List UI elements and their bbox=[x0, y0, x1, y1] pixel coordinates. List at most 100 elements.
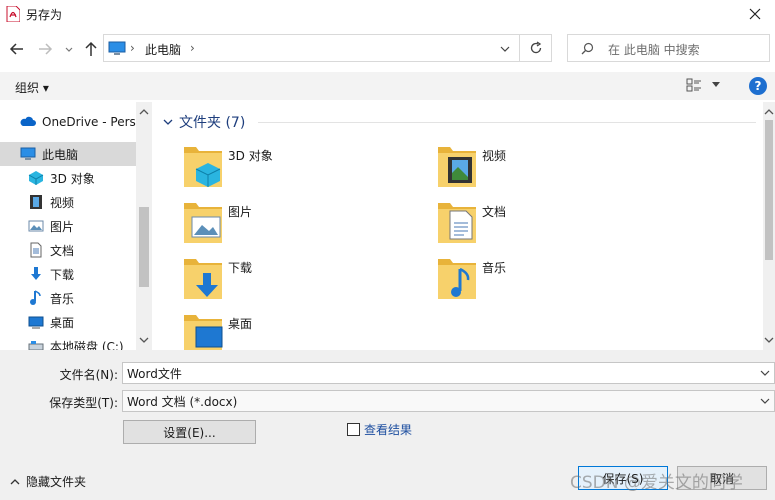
folder-icon bbox=[438, 259, 476, 299]
file-list-scroll-thumb[interactable] bbox=[765, 120, 773, 260]
checkbox-box[interactable] bbox=[347, 423, 360, 436]
scroll-up-icon[interactable] bbox=[139, 108, 149, 116]
nav-scroll-thumb[interactable] bbox=[139, 207, 149, 287]
cloud-icon bbox=[20, 116, 36, 126]
forward-arrow-icon[interactable] bbox=[34, 38, 56, 60]
view-results-label: 查看结果 bbox=[364, 423, 413, 437]
folder-tile-3d-objects[interactable]: 3D 对象 bbox=[182, 143, 422, 193]
scroll-down-icon[interactable] bbox=[764, 336, 774, 344]
nav-item-downloads[interactable]: 下载 bbox=[0, 262, 152, 286]
hide-folders-label: 隐藏文件夹 bbox=[26, 475, 87, 489]
back-arrow-icon[interactable] bbox=[6, 38, 28, 60]
nav-item-onedrive[interactable]: OneDrive - Perso bbox=[0, 110, 152, 134]
title-bar bbox=[0, 0, 775, 28]
group-divider bbox=[258, 122, 756, 123]
document-icon bbox=[449, 210, 473, 240]
filetype-label: 保存类型(T): bbox=[49, 396, 118, 410]
nav-item-label: 下载 bbox=[50, 267, 75, 282]
nav-item-label: 图片 bbox=[50, 219, 75, 234]
chevron-down-icon[interactable] bbox=[62, 38, 76, 60]
filetype-value: Word 文档 (*.docx) bbox=[127, 394, 238, 409]
window-title: 另存为 bbox=[26, 8, 63, 22]
nav-item-label: OneDrive - Perso bbox=[42, 115, 144, 129]
nav-item-desktop[interactable]: 桌面 bbox=[0, 310, 152, 334]
close-button[interactable] bbox=[735, 0, 775, 28]
nav-item-videos[interactable]: 视频 bbox=[0, 190, 152, 214]
folder-icon bbox=[438, 203, 476, 243]
folder-tile-videos[interactable]: 视频 bbox=[436, 143, 676, 193]
nav-item-local-disk[interactable]: 本地磁盘 (C:) bbox=[0, 334, 152, 350]
hide-folders-toggle[interactable]: 隐藏文件夹 bbox=[10, 473, 86, 490]
chevron-down-icon[interactable] bbox=[760, 366, 770, 380]
refresh-button[interactable] bbox=[520, 34, 552, 62]
nav-item-label: 视频 bbox=[50, 195, 75, 210]
chevron-down-icon bbox=[163, 119, 173, 125]
document-icon bbox=[30, 242, 42, 258]
folder-name: 图片 bbox=[228, 205, 253, 219]
address-bar[interactable]: › 此电脑 › bbox=[103, 34, 520, 62]
breadcrumb-item[interactable]: 此电脑 bbox=[145, 41, 181, 58]
computer-icon bbox=[108, 41, 126, 55]
nav-item-3d-objects[interactable]: 3D 对象 bbox=[0, 166, 152, 190]
close-icon bbox=[749, 8, 761, 20]
settings-button[interactable]: 设置(E)... bbox=[123, 420, 256, 444]
desktop-icon bbox=[195, 326, 223, 348]
filename-label: 文件名(N): bbox=[59, 368, 118, 382]
folder-tile-documents[interactable]: 文档 bbox=[436, 199, 676, 249]
folder-icon bbox=[184, 259, 222, 299]
group-header-label: 文件夹 (7) bbox=[179, 115, 246, 131]
nav-item-this-pc[interactable]: 此电脑 bbox=[0, 142, 152, 166]
search-box[interactable]: 在 此电脑 中搜索 bbox=[567, 34, 770, 62]
scroll-down-icon[interactable] bbox=[139, 336, 149, 344]
drive-icon bbox=[28, 341, 44, 350]
nav-item-pictures[interactable]: 图片 bbox=[0, 214, 152, 238]
change-view-button[interactable] bbox=[686, 76, 726, 96]
film-icon bbox=[30, 195, 42, 209]
folder-icon bbox=[184, 147, 222, 187]
cube-icon bbox=[28, 171, 44, 185]
search-input[interactable]: 在 此电脑 中搜索 bbox=[608, 41, 700, 58]
filename-input[interactable]: Word文件 bbox=[122, 362, 775, 384]
breadcrumb-separator: › bbox=[130, 41, 135, 55]
nav-item-label: 此电脑 bbox=[42, 147, 79, 162]
computer-icon bbox=[20, 147, 36, 160]
nav-item-documents[interactable]: 文档 bbox=[0, 238, 152, 262]
music-note-icon bbox=[30, 290, 41, 305]
folder-tile-pictures[interactable]: 图片 bbox=[182, 199, 422, 249]
navigation-pane: OneDrive - Perso 此电脑 3D 对象 视频 图片 文档 下载 音… bbox=[0, 102, 152, 350]
picture-icon bbox=[28, 220, 44, 232]
film-icon bbox=[448, 157, 472, 183]
nav-item-label: 文档 bbox=[50, 243, 75, 258]
up-arrow-icon[interactable] bbox=[80, 38, 102, 60]
filetype-select[interactable]: Word 文档 (*.docx) bbox=[122, 390, 775, 412]
chevron-down-icon bbox=[760, 398, 770, 404]
nav-item-label: 桌面 bbox=[50, 315, 75, 330]
folder-tile-music[interactable]: 音乐 bbox=[436, 255, 676, 305]
chevron-down-icon[interactable] bbox=[500, 44, 510, 54]
view-results-checkbox[interactable]: 查看结果 bbox=[347, 421, 412, 438]
folder-tile-downloads[interactable]: 下载 bbox=[182, 255, 422, 305]
folder-icon bbox=[438, 147, 476, 187]
filename-value: Word文件 bbox=[127, 366, 182, 381]
nav-item-label: 3D 对象 bbox=[50, 171, 95, 186]
folder-icon bbox=[184, 203, 222, 243]
picture-icon bbox=[191, 216, 221, 238]
folder-name: 视频 bbox=[482, 149, 507, 163]
download-arrow-icon bbox=[31, 267, 41, 280]
nav-item-label: 本地磁盘 (C:) bbox=[50, 339, 124, 351]
folder-name: 桌面 bbox=[228, 317, 253, 331]
folder-name: 下载 bbox=[228, 261, 253, 275]
folder-name: 3D 对象 bbox=[228, 149, 273, 163]
nav-item-label: 音乐 bbox=[50, 291, 75, 306]
nav-item-music[interactable]: 音乐 bbox=[0, 286, 152, 310]
group-header[interactable]: 文件夹 (7) bbox=[162, 112, 245, 132]
folder-name: 文档 bbox=[482, 205, 507, 219]
refresh-icon bbox=[530, 41, 541, 54]
desktop-icon bbox=[28, 316, 44, 329]
help-button[interactable]: ? bbox=[749, 77, 767, 95]
search-icon bbox=[581, 42, 594, 55]
scroll-up-icon[interactable] bbox=[764, 108, 774, 116]
organize-menu-button[interactable]: 组织 ▾ bbox=[15, 79, 49, 96]
watermark: CSDN @爱关文的同学 bbox=[570, 473, 743, 493]
chevron-up-icon bbox=[10, 478, 20, 484]
